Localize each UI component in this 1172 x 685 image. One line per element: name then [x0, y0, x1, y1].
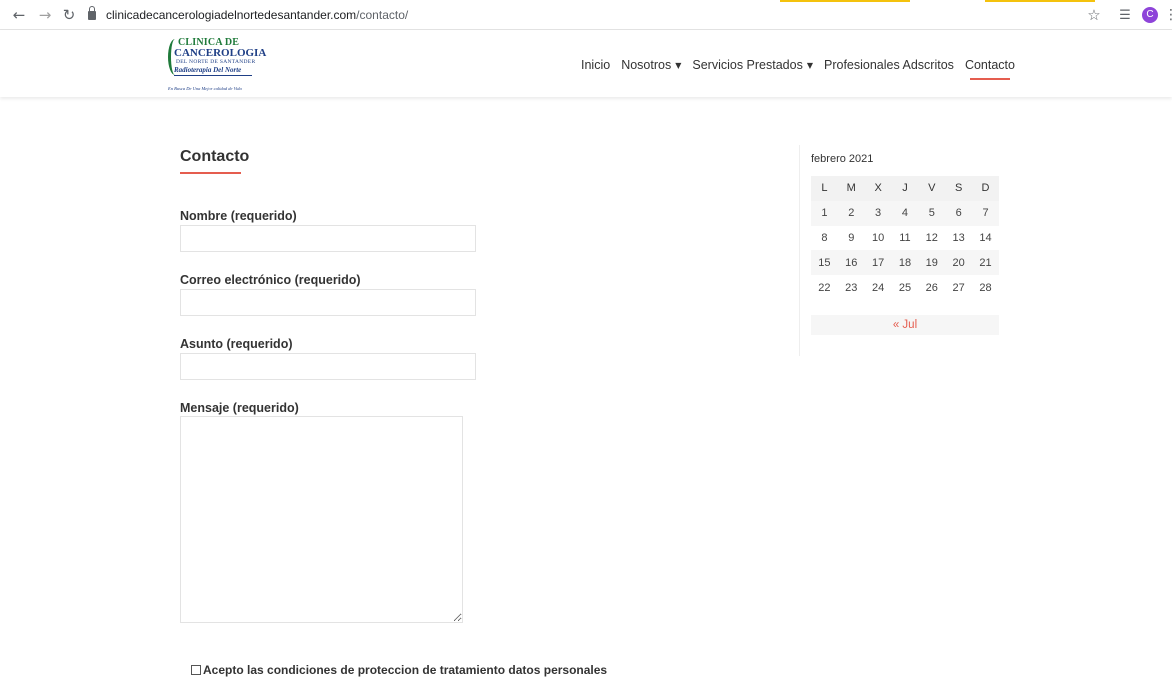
- calendar-day: 11: [891, 225, 919, 251]
- star-icon[interactable]: ☆: [1084, 6, 1104, 24]
- calendar-day: 15: [811, 250, 838, 276]
- email-label: Correo electrónico (requerido): [180, 273, 361, 287]
- subject-input[interactable]: [180, 353, 476, 380]
- calendar-prev-month-link[interactable]: « Jul: [811, 315, 999, 335]
- logo-line-2: CANCEROLOGIA: [174, 47, 267, 59]
- site-header: CLINICA DE CANCEROLOGIA DEL NORTE DE SAN…: [0, 30, 1172, 97]
- address-bar[interactable]: clinicadecancerologiadelnortedesantander…: [88, 5, 1088, 25]
- calendar-day: 23: [837, 275, 865, 300]
- main-navigation: Inicio Nosotros ▼ Servicios Prestados ▼ Pr…: [581, 58, 1026, 80]
- calendar-widget: L M X J V S D 1 2 3 4 5 6 7 8 9 10 11 12…: [811, 176, 999, 300]
- calendar-day: 2: [837, 200, 865, 226]
- calendar-day: 21: [972, 250, 999, 276]
- weekday-header: V: [918, 176, 946, 201]
- calendar-week-row: 1 2 3 4 5 6 7: [811, 200, 999, 226]
- profile-avatar[interactable]: C: [1142, 7, 1158, 23]
- menu-dots-icon[interactable]: ⋮: [1164, 7, 1172, 23]
- nav-label: Profesionales Adscritos: [824, 58, 954, 72]
- weekday-header: D: [972, 176, 999, 201]
- calendar-day: 20: [945, 250, 973, 276]
- consent-row: Acepto las condiciones de proteccion de …: [191, 663, 607, 677]
- message-textarea[interactable]: [180, 416, 463, 623]
- calendar-day: 22: [811, 275, 838, 300]
- calendar-week-row: 15 16 17 18 19 20 21: [811, 250, 999, 276]
- reload-icon[interactable]: ↻: [60, 6, 78, 24]
- calendar-day: 8: [811, 225, 838, 251]
- url-domain: clinicadecancerologiadelnortedesantander…: [106, 8, 357, 22]
- caret-down-icon: ▼: [806, 61, 813, 70]
- calendar-day: 24: [864, 275, 892, 300]
- logo-tagline: En Busca De Una Mejor calidad de Vida: [168, 86, 242, 91]
- calendar-day: 10: [864, 225, 892, 251]
- weekday-header: X: [864, 176, 892, 201]
- calendar-day: 25: [891, 275, 919, 300]
- browser-actions: ☆ ☰ C ⋮: [1084, 5, 1172, 25]
- lock-icon: [88, 6, 96, 20]
- nav-item-nosotros[interactable]: Nosotros ▼: [621, 58, 681, 78]
- logo-line-4: Radioterapia Del Norte: [174, 66, 242, 74]
- calendar-day: 9: [837, 225, 865, 251]
- calendar-day: 6: [945, 200, 973, 226]
- calendar-day: 12: [918, 225, 946, 251]
- page-title: Contacto: [180, 148, 250, 165]
- calendar-day: 28: [972, 275, 999, 300]
- nav-label: Contacto: [964, 58, 1015, 72]
- calendar-day: 7: [972, 200, 999, 226]
- nav-label: Inicio: [581, 58, 611, 72]
- tab-accent-line: [780, 0, 910, 2]
- title-underline: [180, 172, 241, 174]
- logo-rule: [174, 75, 252, 76]
- calendar-day: 14: [972, 225, 999, 251]
- calendar-day: 13: [945, 225, 973, 251]
- nav-item-inicio[interactable]: Inicio: [581, 58, 610, 78]
- logo-line-3: DEL NORTE DE SANTANDER: [176, 59, 256, 65]
- calendar-day: 5: [918, 200, 946, 226]
- name-label: Nombre (requerido): [180, 209, 297, 223]
- calendar-week-row: 22 23 24 25 26 27 28: [811, 275, 999, 300]
- nav-label: Servicios Prestados: [692, 58, 803, 72]
- calendar-day: 4: [891, 200, 919, 226]
- nav-item-contacto[interactable]: Contacto: [964, 58, 1015, 80]
- forward-arrow-icon[interactable]: →: [36, 6, 54, 24]
- caret-down-icon: ▼: [675, 61, 682, 70]
- browser-toolbar: ← → ↻ clinicadecancerologiadelnortedesan…: [0, 0, 1172, 30]
- calendar-day: 3: [864, 200, 892, 226]
- nav-label: Nosotros: [621, 58, 672, 72]
- nav-item-profesionales-adscritos[interactable]: Profesionales Adscritos: [824, 58, 954, 78]
- calendar-day: 1: [811, 200, 838, 226]
- site-logo[interactable]: CLINICA DE CANCEROLOGIA DEL NORTE DE SAN…: [168, 37, 266, 93]
- name-input[interactable]: [180, 225, 476, 252]
- back-arrow-icon[interactable]: ←: [10, 6, 28, 24]
- email-input[interactable]: [180, 289, 476, 316]
- calendar-day: 27: [945, 275, 973, 300]
- calendar-day: 19: [918, 250, 946, 276]
- url-path: /contacto/: [356, 8, 409, 22]
- calendar-weekday-row: L M X J V S D: [811, 176, 999, 201]
- message-label: Mensaje (requerido): [180, 401, 299, 415]
- tab-accent-line: [985, 0, 1095, 2]
- sidebar-divider: [799, 145, 800, 356]
- calendar-day: 26: [918, 275, 946, 300]
- calendar-day: 16: [837, 250, 865, 276]
- calendar-week-row: 8 9 10 11 12 13 14: [811, 225, 999, 251]
- calendar-day: 17: [864, 250, 892, 276]
- calendar-caption: febrero 2021: [811, 153, 874, 165]
- calendar-day: 18: [891, 250, 919, 276]
- subject-label: Asunto (requerido): [180, 337, 293, 351]
- weekday-header: S: [945, 176, 973, 201]
- weekday-header: J: [891, 176, 919, 201]
- consent-label: Acepto las condiciones de proteccion de …: [203, 663, 608, 677]
- nav-item-servicios-prestados[interactable]: Servicios Prestados ▼: [692, 58, 813, 78]
- reading-list-icon[interactable]: ☰: [1116, 8, 1134, 23]
- weekday-header: M: [837, 176, 865, 201]
- consent-checkbox[interactable]: [191, 665, 201, 675]
- weekday-header: L: [811, 176, 838, 201]
